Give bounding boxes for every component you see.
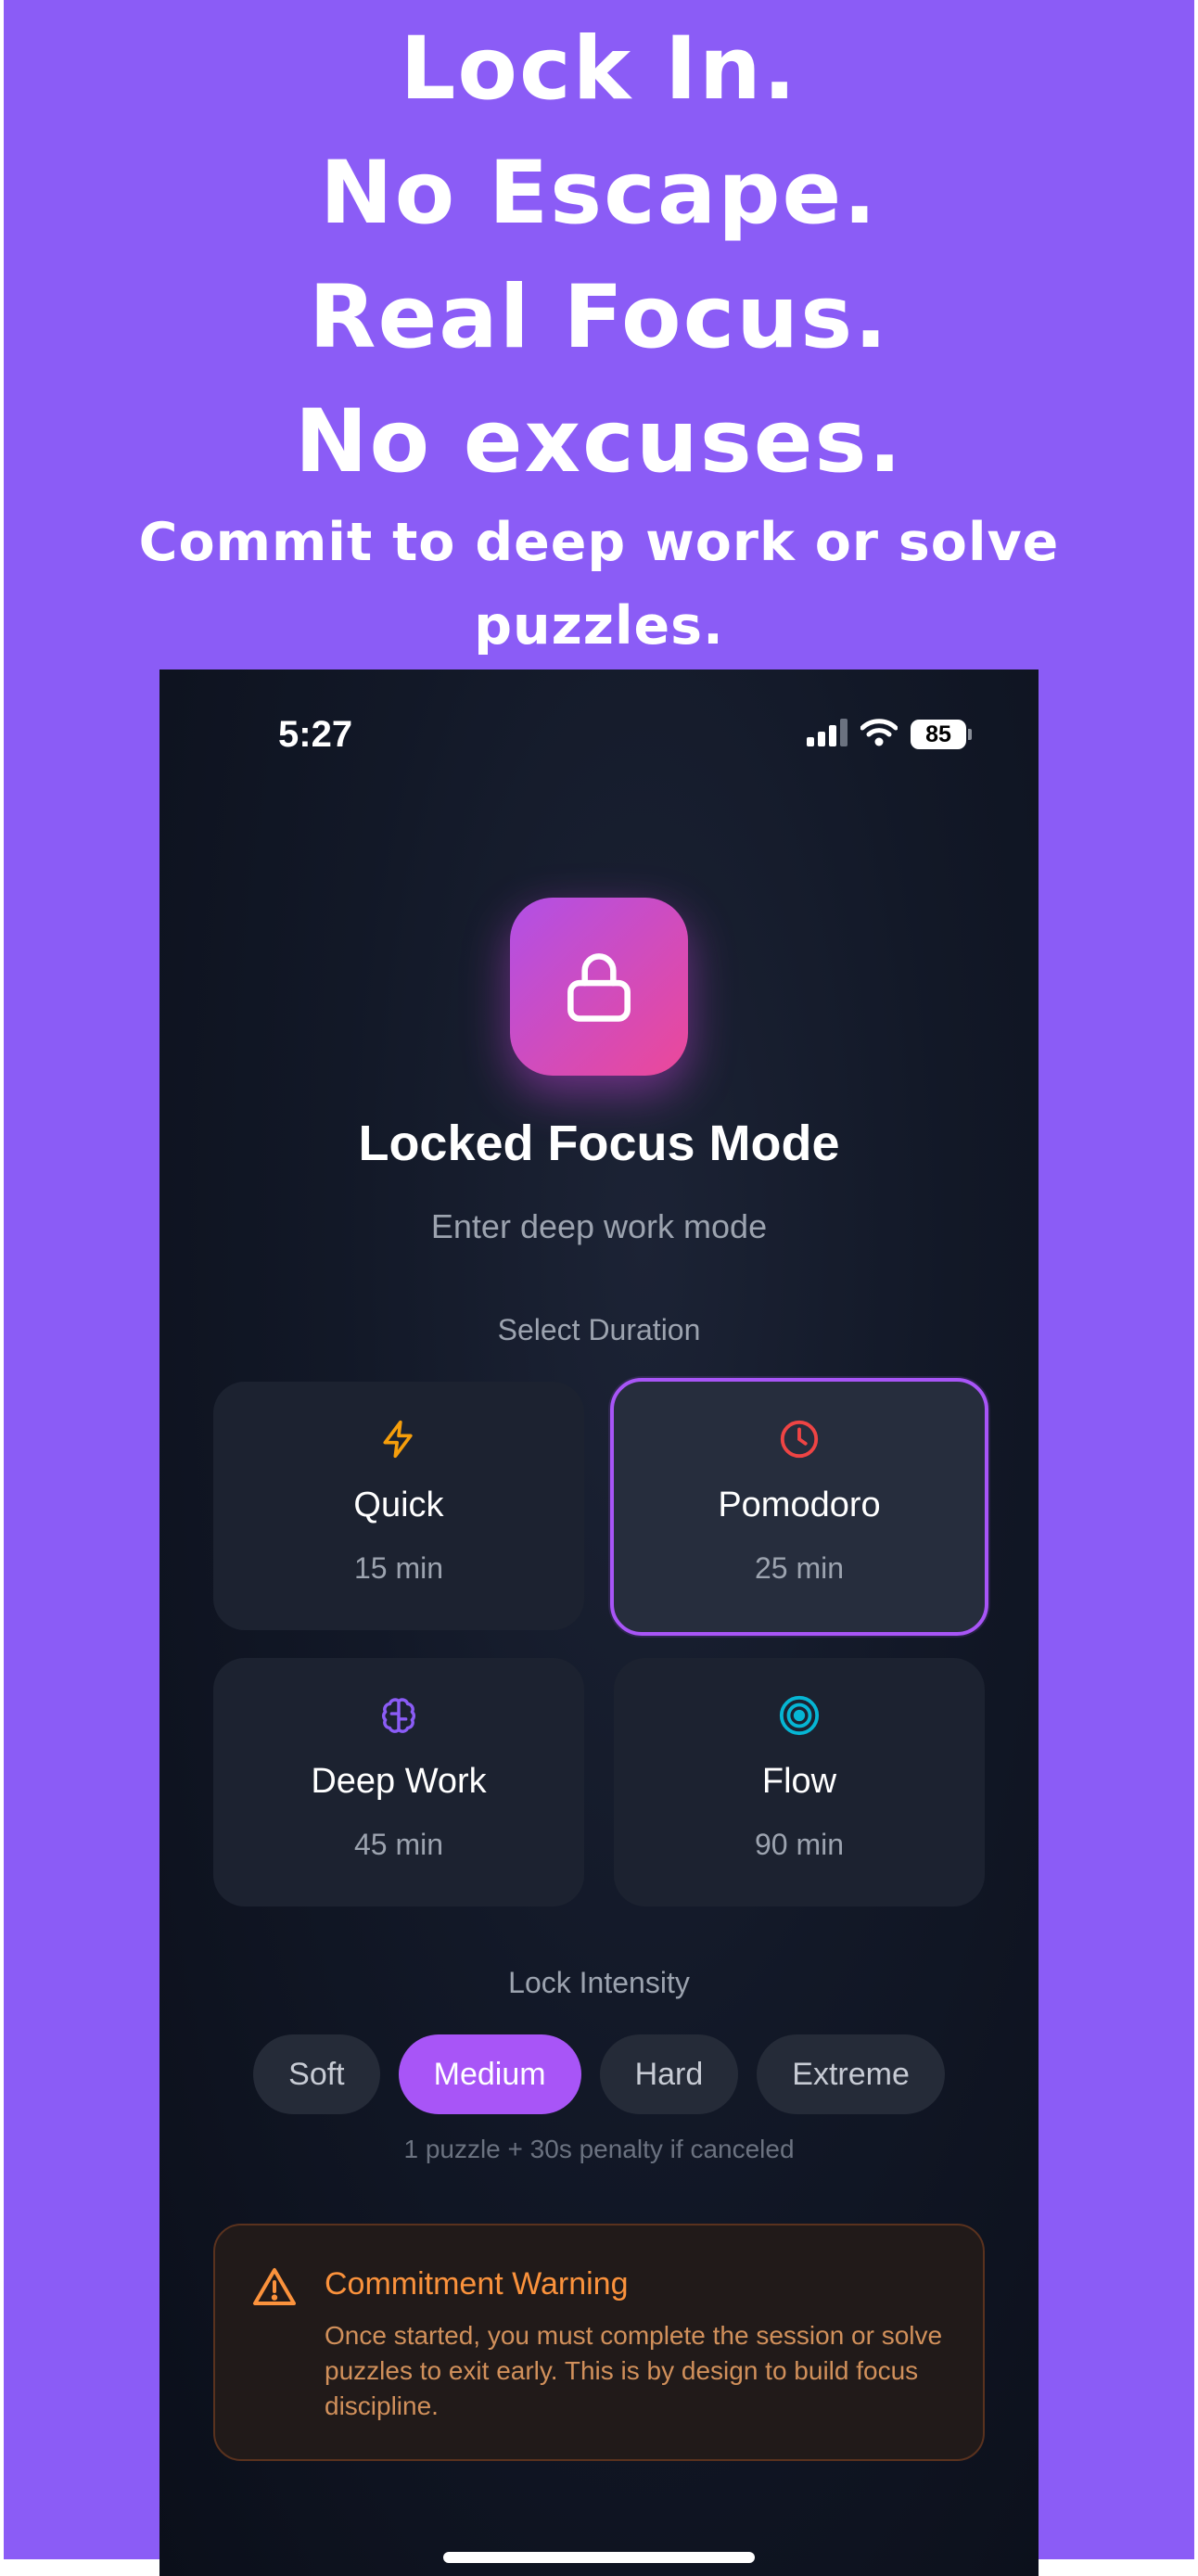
duration-name: Pomodoro bbox=[718, 1486, 881, 1524]
lightning-icon bbox=[378, 1417, 419, 1461]
page-title: Locked Focus Mode bbox=[358, 1116, 840, 1171]
phone-screen: 5:27 85 Locked Focus Mode Enter deep wor… bbox=[159, 670, 1039, 2576]
intensity-soft-button[interactable]: Soft bbox=[253, 2034, 380, 2114]
duration-value: 25 min bbox=[754, 1551, 845, 1585]
duration-value: 45 min bbox=[353, 1828, 444, 1861]
intensity-section-label: Lock Intensity bbox=[508, 1966, 690, 1999]
duration-card-deep-work[interactable]: Deep Work 45 min bbox=[213, 1658, 584, 1906]
warning-title: Commitment Warning bbox=[325, 2266, 629, 2302]
duration-value: 90 min bbox=[754, 1828, 845, 1861]
intensity-hard-button[interactable]: Hard bbox=[599, 2034, 739, 2114]
home-indicator[interactable] bbox=[443, 2552, 755, 2563]
clock-icon bbox=[778, 1417, 821, 1461]
battery-icon: 85 bbox=[911, 720, 972, 749]
cellular-signal-icon bbox=[807, 718, 848, 751]
status-time: 5:27 bbox=[278, 714, 353, 755]
duration-name: Deep Work bbox=[311, 1762, 487, 1801]
commitment-warning-card: Commitment Warning Once started, you mus… bbox=[213, 2224, 985, 2461]
promo-subheadline: Commit to deep work or solve puzzles. bbox=[138, 512, 1060, 657]
status-icons: 85 bbox=[807, 716, 972, 753]
duration-section-label: Select Duration bbox=[497, 1313, 701, 1346]
duration-name: Flow bbox=[761, 1762, 837, 1801]
duration-card-pomodoro[interactable]: Pomodoro 25 min bbox=[610, 1378, 988, 1636]
duration-card-quick[interactable]: Quick 15 min bbox=[213, 1382, 584, 1630]
headline-line-4: No excuses. bbox=[294, 391, 904, 492]
target-icon bbox=[778, 1693, 821, 1738]
headline-line-3: Real Focus. bbox=[309, 267, 889, 368]
duration-name: Quick bbox=[353, 1486, 444, 1524]
intensity-selector: Soft Medium Hard Extreme bbox=[159, 2034, 1039, 2114]
intensity-extreme-button[interactable]: Extreme bbox=[757, 2034, 945, 2114]
intensity-medium-button[interactable]: Medium bbox=[398, 2034, 581, 2114]
lock-app-icon bbox=[510, 898, 688, 1076]
headline-line-2: No Escape. bbox=[319, 143, 879, 244]
wifi-icon bbox=[860, 718, 898, 751]
warning-body: Once started, you must complete the sess… bbox=[325, 2321, 943, 2420]
page-subtitle: Enter deep work mode bbox=[430, 1207, 768, 1245]
duration-value: 15 min bbox=[353, 1551, 444, 1585]
duration-card-flow[interactable]: Flow 90 min bbox=[614, 1658, 985, 1906]
headline-line-1: Lock In. bbox=[400, 19, 798, 120]
warning-triangle-icon bbox=[252, 2266, 297, 2312]
lock-icon bbox=[567, 953, 631, 1022]
intensity-note: 1 puzzle + 30s penalty if canceled bbox=[403, 2135, 795, 2163]
brain-icon bbox=[377, 1693, 420, 1738]
